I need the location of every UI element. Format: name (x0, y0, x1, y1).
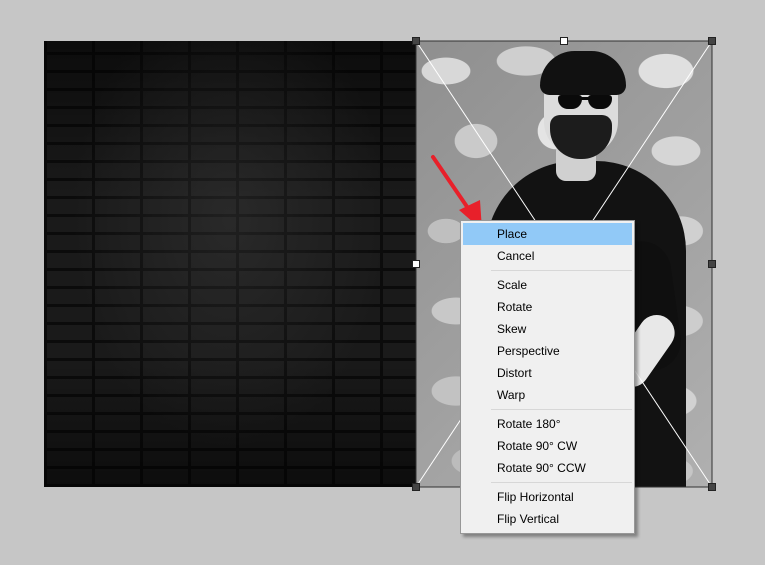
brick-wall-document (44, 41, 416, 487)
photo-man-hair (540, 51, 626, 95)
menu-separator (491, 409, 632, 410)
transform-handle-top-center[interactable] (560, 37, 568, 45)
menu-item-rotate-90-cw[interactable]: Rotate 90° CW (463, 435, 632, 457)
menu-item-skew[interactable]: Skew (463, 318, 632, 340)
transform-handle-top-right[interactable] (708, 37, 716, 45)
transform-handle-middle-left[interactable] (412, 260, 420, 268)
transform-handle-bottom-left[interactable] (412, 483, 420, 491)
menu-separator (491, 482, 632, 483)
transform-handle-middle-right[interactable] (708, 260, 716, 268)
menu-item-flip-horizontal[interactable]: Flip Horizontal (463, 486, 632, 508)
menu-separator (491, 270, 632, 271)
transform-handle-bottom-right[interactable] (708, 483, 716, 491)
transform-handle-top-left[interactable] (412, 37, 420, 45)
menu-item-distort[interactable]: Distort (463, 362, 632, 384)
menu-item-cancel[interactable]: Cancel (463, 245, 632, 267)
menu-item-perspective[interactable]: Perspective (463, 340, 632, 362)
menu-item-place[interactable]: Place (463, 223, 632, 245)
menu-item-scale[interactable]: Scale (463, 274, 632, 296)
menu-item-warp[interactable]: Warp (463, 384, 632, 406)
menu-item-rotate[interactable]: Rotate (463, 296, 632, 318)
menu-item-flip-vertical[interactable]: Flip Vertical (463, 508, 632, 530)
transform-context-menu: Place Cancel Scale Rotate Skew Perspecti… (460, 220, 635, 534)
photoshop-canvas-workspace[interactable] (0, 0, 765, 560)
menu-item-rotate-180[interactable]: Rotate 180° (463, 413, 632, 435)
sunglasses-bridge (580, 97, 590, 100)
menu-item-rotate-90-ccw[interactable]: Rotate 90° CCW (463, 457, 632, 479)
